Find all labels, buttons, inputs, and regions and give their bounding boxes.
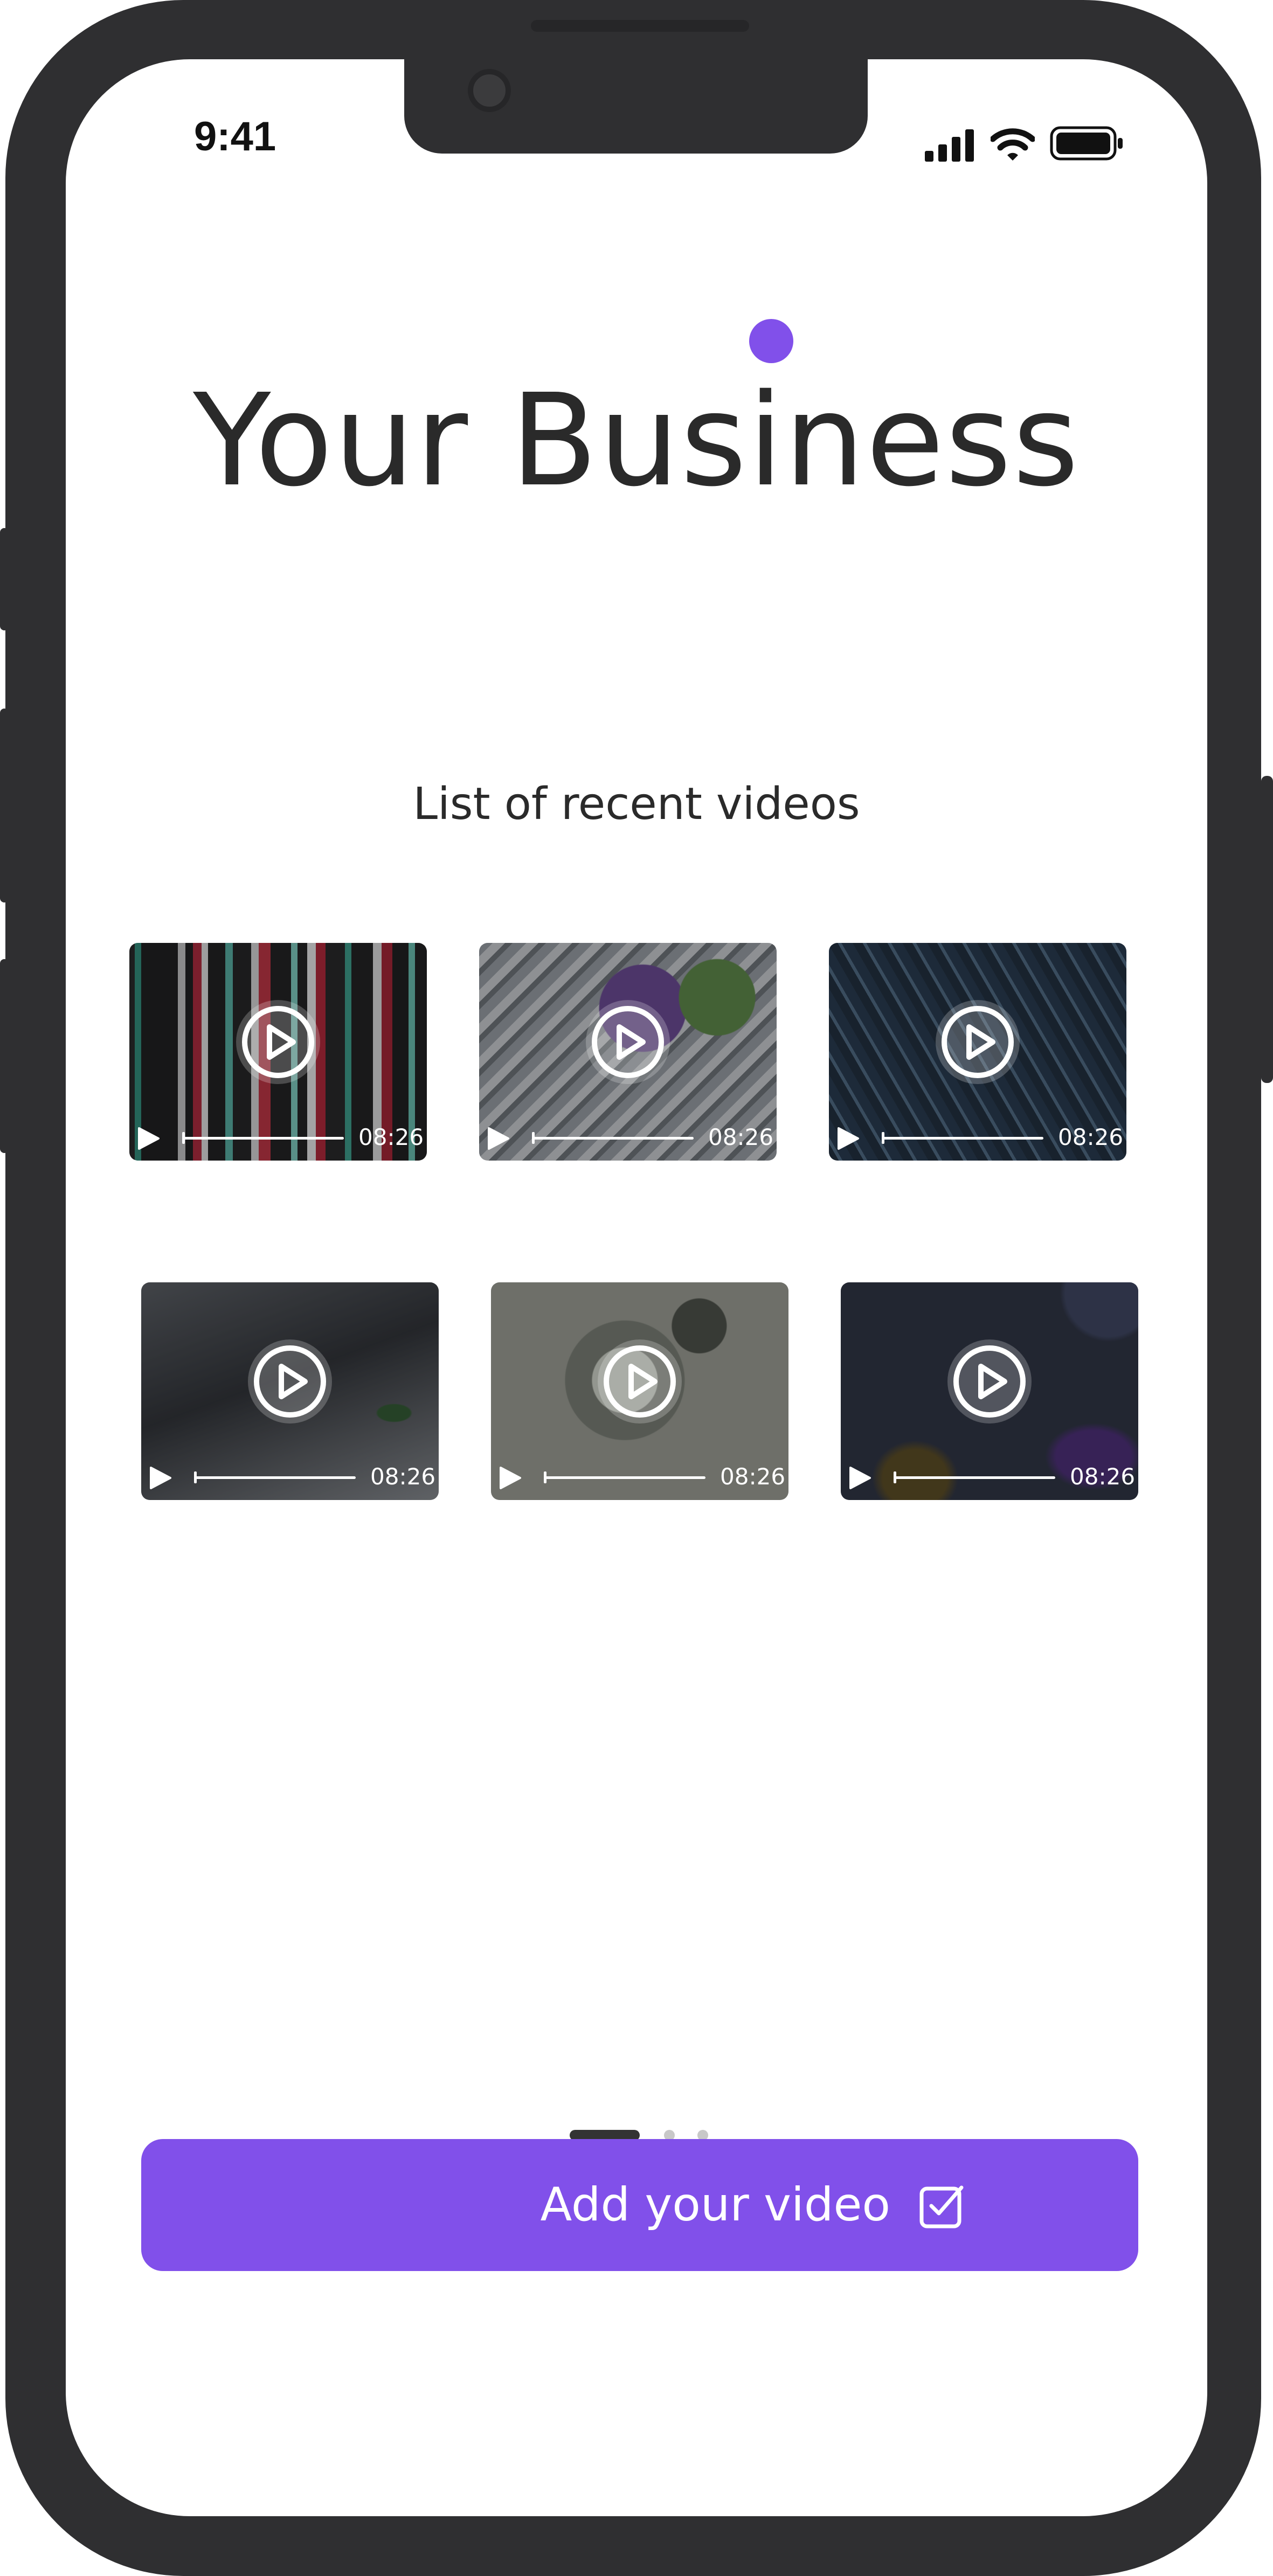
front-camera <box>468 69 511 112</box>
status-icons <box>925 120 1184 168</box>
play-icon[interactable] <box>846 1464 873 1491</box>
video-card-1[interactable]: 08:26 <box>129 943 427 1161</box>
video-duration: 08:26 <box>1070 1463 1136 1490</box>
status-time: 9:41 <box>194 114 276 159</box>
play-icon[interactable] <box>496 1464 523 1491</box>
power-button <box>1261 776 1273 1083</box>
progress-scrubber[interactable] <box>882 1132 1043 1144</box>
video-duration: 08:26 <box>358 1124 424 1150</box>
video-card-6[interactable]: 08:26 <box>841 1282 1138 1500</box>
section-subtitle: List of recent videos <box>413 779 860 830</box>
earpiece-speaker <box>531 20 749 32</box>
play-icon[interactable] <box>235 999 321 1085</box>
video-card-4[interactable]: 08:26 <box>141 1282 439 1500</box>
progress-scrubber[interactable] <box>182 1132 344 1144</box>
wifi-icon <box>991 128 1035 161</box>
signal-icon <box>925 129 974 162</box>
page-title: Your Business <box>193 366 1080 515</box>
add-video-label: Add your video <box>540 2178 890 2232</box>
play-icon[interactable] <box>946 1338 1033 1425</box>
video-card-2[interactable]: 08:26 <box>479 943 777 1161</box>
phone-screen: 9:41 Your Business List of recent videos <box>66 59 1207 2516</box>
video-card-5[interactable]: 08:26 <box>491 1282 788 1500</box>
progress-scrubber[interactable] <box>532 1132 694 1144</box>
play-icon[interactable] <box>834 1125 861 1152</box>
video-duration: 08:26 <box>708 1124 774 1150</box>
add-video-button[interactable]: Add your video <box>141 2139 1138 2271</box>
play-icon[interactable] <box>247 1338 333 1425</box>
play-icon[interactable] <box>935 999 1021 1085</box>
video-duration: 08:26 <box>1058 1124 1124 1150</box>
notch <box>404 59 868 154</box>
progress-scrubber[interactable] <box>894 1471 1055 1483</box>
play-icon[interactable] <box>147 1464 174 1491</box>
play-icon[interactable] <box>135 1125 162 1152</box>
video-card-3[interactable]: 08:26 <box>829 943 1126 1161</box>
play-icon[interactable] <box>597 1338 683 1425</box>
play-icon[interactable] <box>485 1125 511 1152</box>
progress-scrubber[interactable] <box>544 1471 705 1483</box>
progress-scrubber[interactable] <box>194 1471 356 1483</box>
checkbox-icon <box>919 2185 964 2228</box>
phone-frame: 9:41 Your Business List of recent videos <box>5 0 1261 2576</box>
video-duration: 08:26 <box>720 1463 786 1490</box>
title-accent-dot <box>749 319 793 363</box>
battery-icon <box>1050 126 1123 161</box>
play-icon[interactable] <box>585 999 671 1085</box>
video-duration: 08:26 <box>370 1463 436 1490</box>
